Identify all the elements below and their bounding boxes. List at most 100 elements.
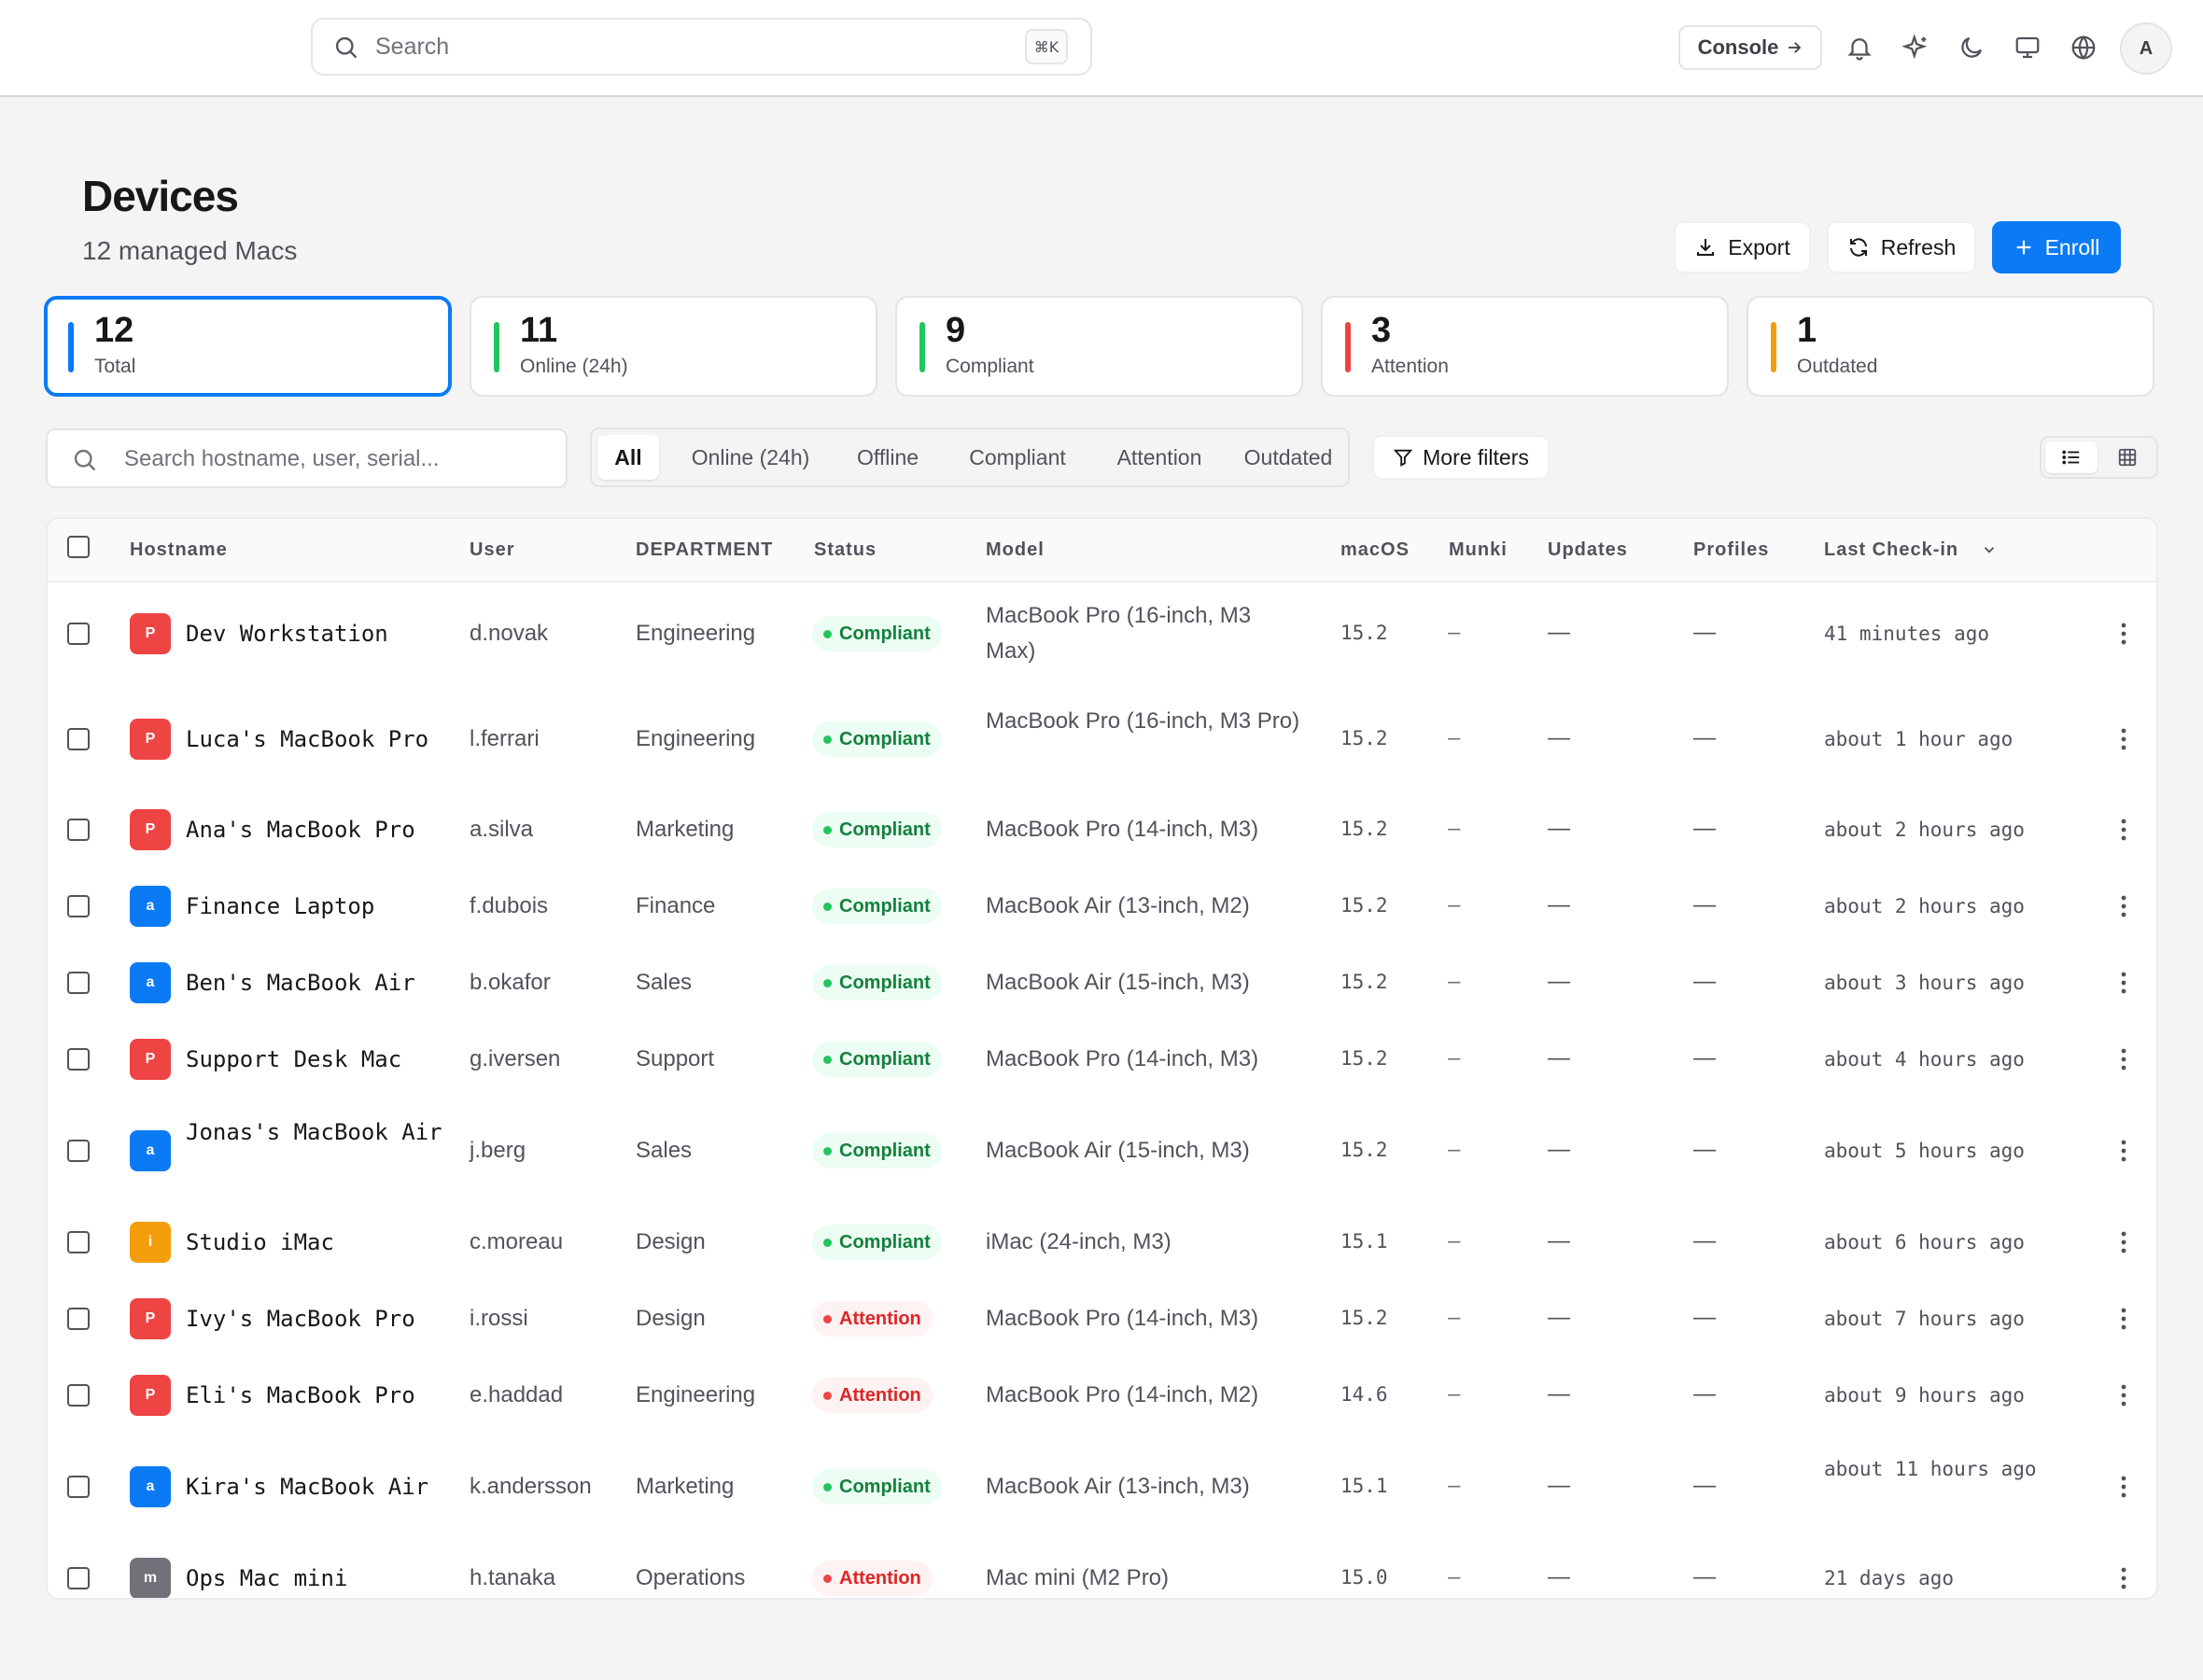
status-label: Attention [839, 1308, 921, 1329]
grid-view-button[interactable] [2101, 441, 2154, 473]
more-actions-icon[interactable] [2114, 1227, 2133, 1257]
hostname-link[interactable]: Ivy's MacBook Pro [186, 1300, 447, 1337]
model-cell: iMac (24-inch, M3) [986, 1229, 1172, 1254]
column-last-checkin[interactable]: Last Check-in [1824, 539, 1958, 561]
column-model[interactable]: Model [986, 539, 1045, 561]
stat-card-total[interactable]: 12 Total [44, 296, 452, 397]
filter-tab-compliant[interactable]: Compliant [947, 435, 1088, 480]
refresh-button[interactable]: Refresh [1827, 221, 1976, 273]
more-actions-icon[interactable] [2114, 891, 2133, 921]
hostname-link[interactable]: Ben's MacBook Air [186, 964, 447, 1001]
hostname-link[interactable]: Eli's MacBook Pro [186, 1377, 447, 1414]
column-status[interactable]: Status [814, 539, 877, 561]
row-checkbox[interactable] [67, 1308, 90, 1330]
select-all-checkbox[interactable] [67, 536, 90, 558]
device-search [46, 428, 568, 488]
sparkles-icon[interactable] [1901, 34, 1929, 62]
hostname-link[interactable]: Luca's MacBook Pro [186, 721, 447, 758]
stat-card-online[interactable]: 11 Online (24h) [470, 296, 877, 397]
stat-card-attention[interactable]: 3 Attention [1321, 296, 1729, 397]
hostname-link[interactable]: Dev Workstation [186, 615, 447, 652]
more-actions-icon[interactable] [2114, 1136, 2133, 1166]
hostname-link[interactable]: Kira's MacBook Air [186, 1468, 447, 1505]
moon-icon[interactable] [1957, 34, 1986, 62]
status-label: Compliant [839, 1476, 931, 1497]
munki-cell: – [1448, 892, 1461, 917]
row-checkbox[interactable] [67, 895, 90, 917]
status-label: Compliant [839, 728, 931, 749]
monitor-icon[interactable] [2014, 34, 2042, 62]
user-cell: i.rossi [470, 1306, 528, 1331]
filter-tab-offline[interactable]: Offline [838, 435, 937, 480]
status-label: Compliant [839, 895, 931, 917]
filter-tab-attention[interactable]: Attention [1096, 435, 1223, 480]
device-search-input[interactable] [122, 441, 555, 477]
enroll-button[interactable]: Enroll [1992, 221, 2121, 273]
more-actions-icon[interactable] [2114, 1304, 2133, 1334]
hostname-link[interactable]: Studio iMac [186, 1224, 447, 1261]
column-munki[interactable]: Munki [1449, 539, 1508, 561]
arrow-right-icon [1789, 42, 1802, 53]
row-checkbox[interactable] [67, 1231, 90, 1253]
row-checkbox[interactable] [67, 819, 90, 841]
top-bar: Search ⌘K Console A [0, 0, 2203, 97]
console-button[interactable]: Console [1678, 25, 1822, 70]
more-actions-icon[interactable] [2114, 619, 2133, 649]
export-label: Export [1728, 234, 1790, 259]
stat-card-compliant[interactable]: 9 Compliant [895, 296, 1303, 397]
column-updates[interactable]: Updates [1548, 539, 1628, 561]
department-cell: Engineering [636, 1382, 756, 1407]
list-view-button[interactable] [2045, 441, 2098, 473]
more-actions-icon[interactable] [2114, 1563, 2133, 1593]
more-actions-icon[interactable] [2114, 1044, 2133, 1074]
stat-label: Outdated [1797, 356, 1878, 377]
filter-tab-outdated[interactable]: Outdated [1230, 435, 1346, 480]
platform-icon: i [130, 1222, 171, 1263]
filter-tab-all[interactable]: All [597, 435, 659, 480]
stat-color-bar [68, 322, 74, 372]
globe-icon[interactable] [2070, 34, 2098, 62]
global-search[interactable]: Search ⌘K [311, 18, 1092, 76]
row-checkbox[interactable] [67, 972, 90, 994]
chevron-down-icon[interactable] [1981, 541, 1998, 558]
updates-cell: — [1548, 969, 1570, 994]
row-checkbox[interactable] [67, 1476, 90, 1498]
status-dot [823, 1146, 832, 1155]
column-user[interactable]: User [470, 539, 514, 561]
row-checkbox[interactable] [67, 1384, 90, 1407]
status-label: Compliant [839, 623, 931, 644]
hostname-link[interactable]: Support Desk Mac [186, 1041, 447, 1078]
more-actions-icon[interactable] [2114, 968, 2133, 998]
bell-icon[interactable] [1845, 34, 1873, 62]
user-cell: d.novak [470, 621, 549, 646]
more-filters-button[interactable]: More filters [1372, 435, 1550, 480]
filter-tab-online[interactable]: Online (24h) [674, 435, 827, 480]
row-checkbox[interactable] [67, 1140, 90, 1162]
more-actions-icon[interactable] [2114, 1380, 2133, 1410]
more-actions-icon[interactable] [2114, 815, 2133, 845]
hostname-link[interactable]: Jonas's MacBook Air [186, 1113, 447, 1151]
column-department[interactable]: DEPARTMENT [636, 539, 773, 561]
hostname-link[interactable]: Ana's MacBook Pro [186, 811, 447, 848]
more-actions-icon[interactable] [2114, 724, 2133, 754]
macos-version-cell: 15.1 [1340, 1475, 1388, 1497]
column-macos[interactable]: macOS [1340, 539, 1410, 561]
export-button[interactable]: Export [1674, 221, 1811, 273]
row-checkbox[interactable] [67, 1048, 90, 1071]
column-profiles[interactable]: Profiles [1693, 539, 1769, 561]
user-cell: a.silva [470, 817, 534, 842]
row-checkbox[interactable] [67, 728, 90, 750]
row-checkbox[interactable] [67, 623, 90, 645]
status-badge: Attention [812, 1561, 933, 1596]
more-actions-icon[interactable] [2114, 1472, 2133, 1502]
column-hostname[interactable]: Hostname [130, 539, 228, 561]
hostname-link[interactable]: Finance Laptop [186, 888, 447, 925]
department-cell: Engineering [636, 621, 756, 646]
macos-version-cell: 15.1 [1340, 1230, 1388, 1253]
row-checkbox[interactable] [67, 1567, 90, 1589]
user-avatar[interactable]: A [2120, 22, 2172, 75]
grid-icon [2118, 448, 2137, 467]
macos-version-cell: 15.2 [1340, 1047, 1388, 1070]
hostname-link[interactable]: Ops Mac mini [186, 1560, 447, 1597]
stat-card-outdated[interactable]: 1 Outdated [1747, 296, 2154, 397]
